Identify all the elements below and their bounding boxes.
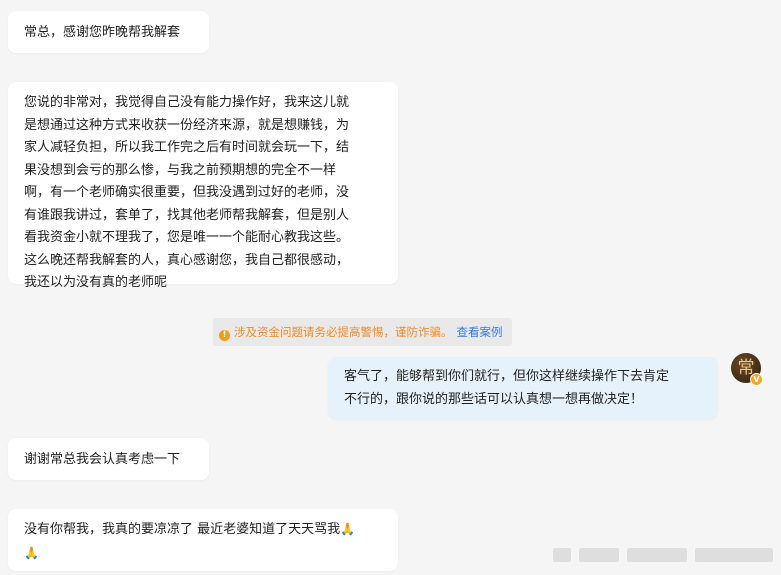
message-bubble-1[interactable]: 常总，感谢您昨晚帮我解套 bbox=[8, 11, 209, 53]
message-line: 家人减轻负担，所以我工作完之后有时间就会玩一下，结 bbox=[24, 140, 350, 155]
warning-text: 涉及资金问题请务必提高警惕，谨防诈骗。 bbox=[234, 325, 453, 339]
fraud-warning-notice: ! 涉及资金问题请务必提高警惕，谨防诈骗。 查看案例 bbox=[213, 318, 512, 346]
message-line: 有谁跟我讲过，套单了，找其他老师帮我解套，但是别人 bbox=[24, 207, 350, 223]
pray-emoji-icon: 🙏 bbox=[340, 522, 356, 536]
message-bubble-2[interactable]: 您说的非常对，我觉得自己没有能力操作好，我来这儿就 是想通过这种方式来收获一份经… bbox=[8, 82, 398, 290]
message-line: 不行的，跟你说的那些话可以认真想一想再做决定！ bbox=[344, 391, 644, 407]
message-bubble-3[interactable]: 客气了，能够帮到你们就行，但你这样继续操作下去肯定 不行的，跟你说的那些话可以认… bbox=[328, 357, 718, 419]
watermark bbox=[553, 548, 773, 562]
view-cases-link[interactable]: 查看案例 bbox=[457, 325, 503, 339]
message-text: 常总，感谢您昨晚帮我解套 bbox=[24, 25, 181, 40]
warning-icon: ! bbox=[219, 330, 230, 341]
message-line: 客气了，能够帮到你们就行，但你这样继续操作下去肯定 bbox=[344, 369, 670, 384]
message-line: 看我资金小就不理我了，您是唯一一个能耐心教我这些。 bbox=[24, 230, 350, 245]
message-text: 谢谢常总我会认真考虑一下 bbox=[24, 452, 181, 467]
message-line: 是想通过这种方式来收获一份经济来源，就是想赚钱，为 bbox=[24, 117, 350, 133]
verified-badge-label: V bbox=[753, 375, 760, 384]
verified-badge-icon: V bbox=[750, 373, 763, 386]
message-line-wrap: 没有你帮我，我真的要凉凉了 最近老婆知道了天天骂我🙏 bbox=[24, 518, 382, 542]
message-line: 果没想到会亏的那么惨，与我之前预期想的完全不一样 bbox=[24, 162, 337, 178]
message-line: 这么晚还帮我解套的人，真心感谢您，我自己都很感动， bbox=[24, 252, 350, 268]
message-bubble-4[interactable]: 谢谢常总我会认真考虑一下 bbox=[8, 438, 209, 480]
message-line: 我还以为没有真的老师呢 bbox=[24, 275, 168, 290]
message-line: 啊，有一个老师确实很重要，但我没遇到过好的老师，没 bbox=[24, 185, 350, 200]
message-line-wrap: 🙏 bbox=[24, 542, 382, 566]
message-bubble-5[interactable]: 没有你帮我，我真的要凉凉了 最近老婆知道了天天骂我🙏 🙏 bbox=[8, 509, 398, 571]
pray-emoji-icon: 🙏 bbox=[24, 545, 39, 560]
message-line: 您说的非常对，我觉得自己没有能力操作好，我来这儿就 bbox=[24, 95, 350, 110]
message-line: 没有你帮我，我真的要凉凉了 最近老婆知道了天天骂我 bbox=[24, 522, 341, 537]
